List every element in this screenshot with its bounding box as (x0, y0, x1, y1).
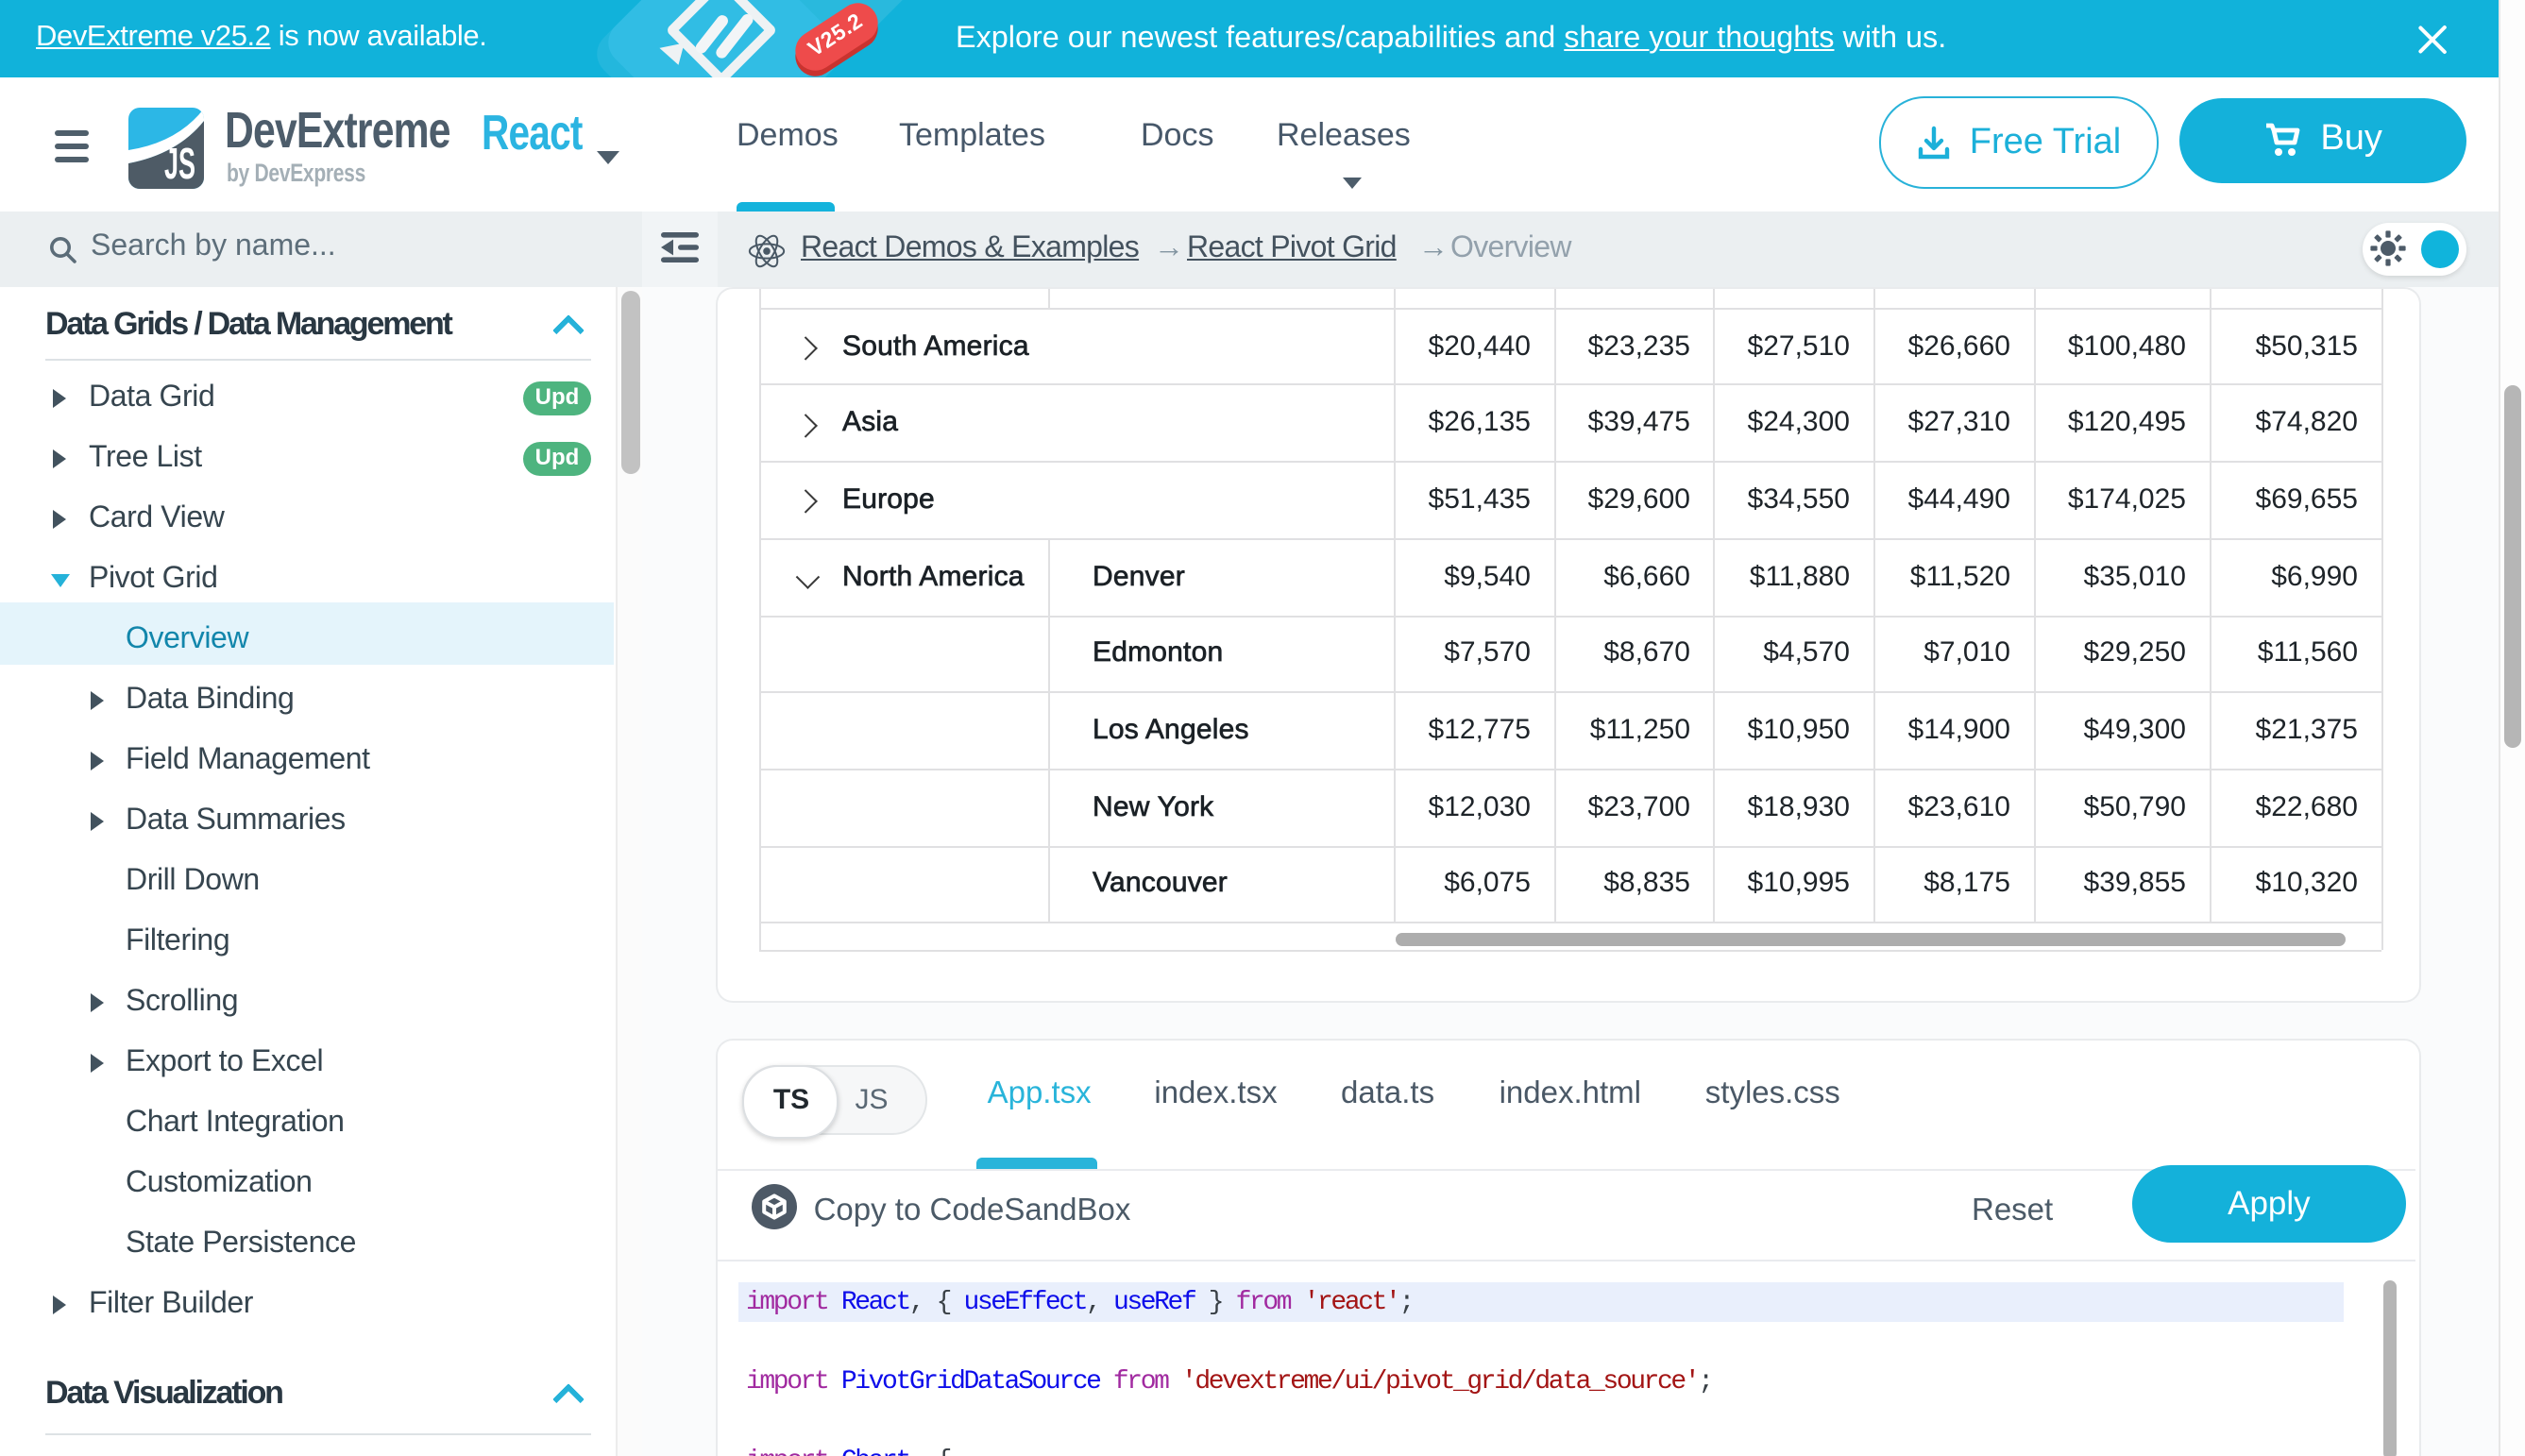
svg-text:JS: JS (164, 139, 195, 188)
